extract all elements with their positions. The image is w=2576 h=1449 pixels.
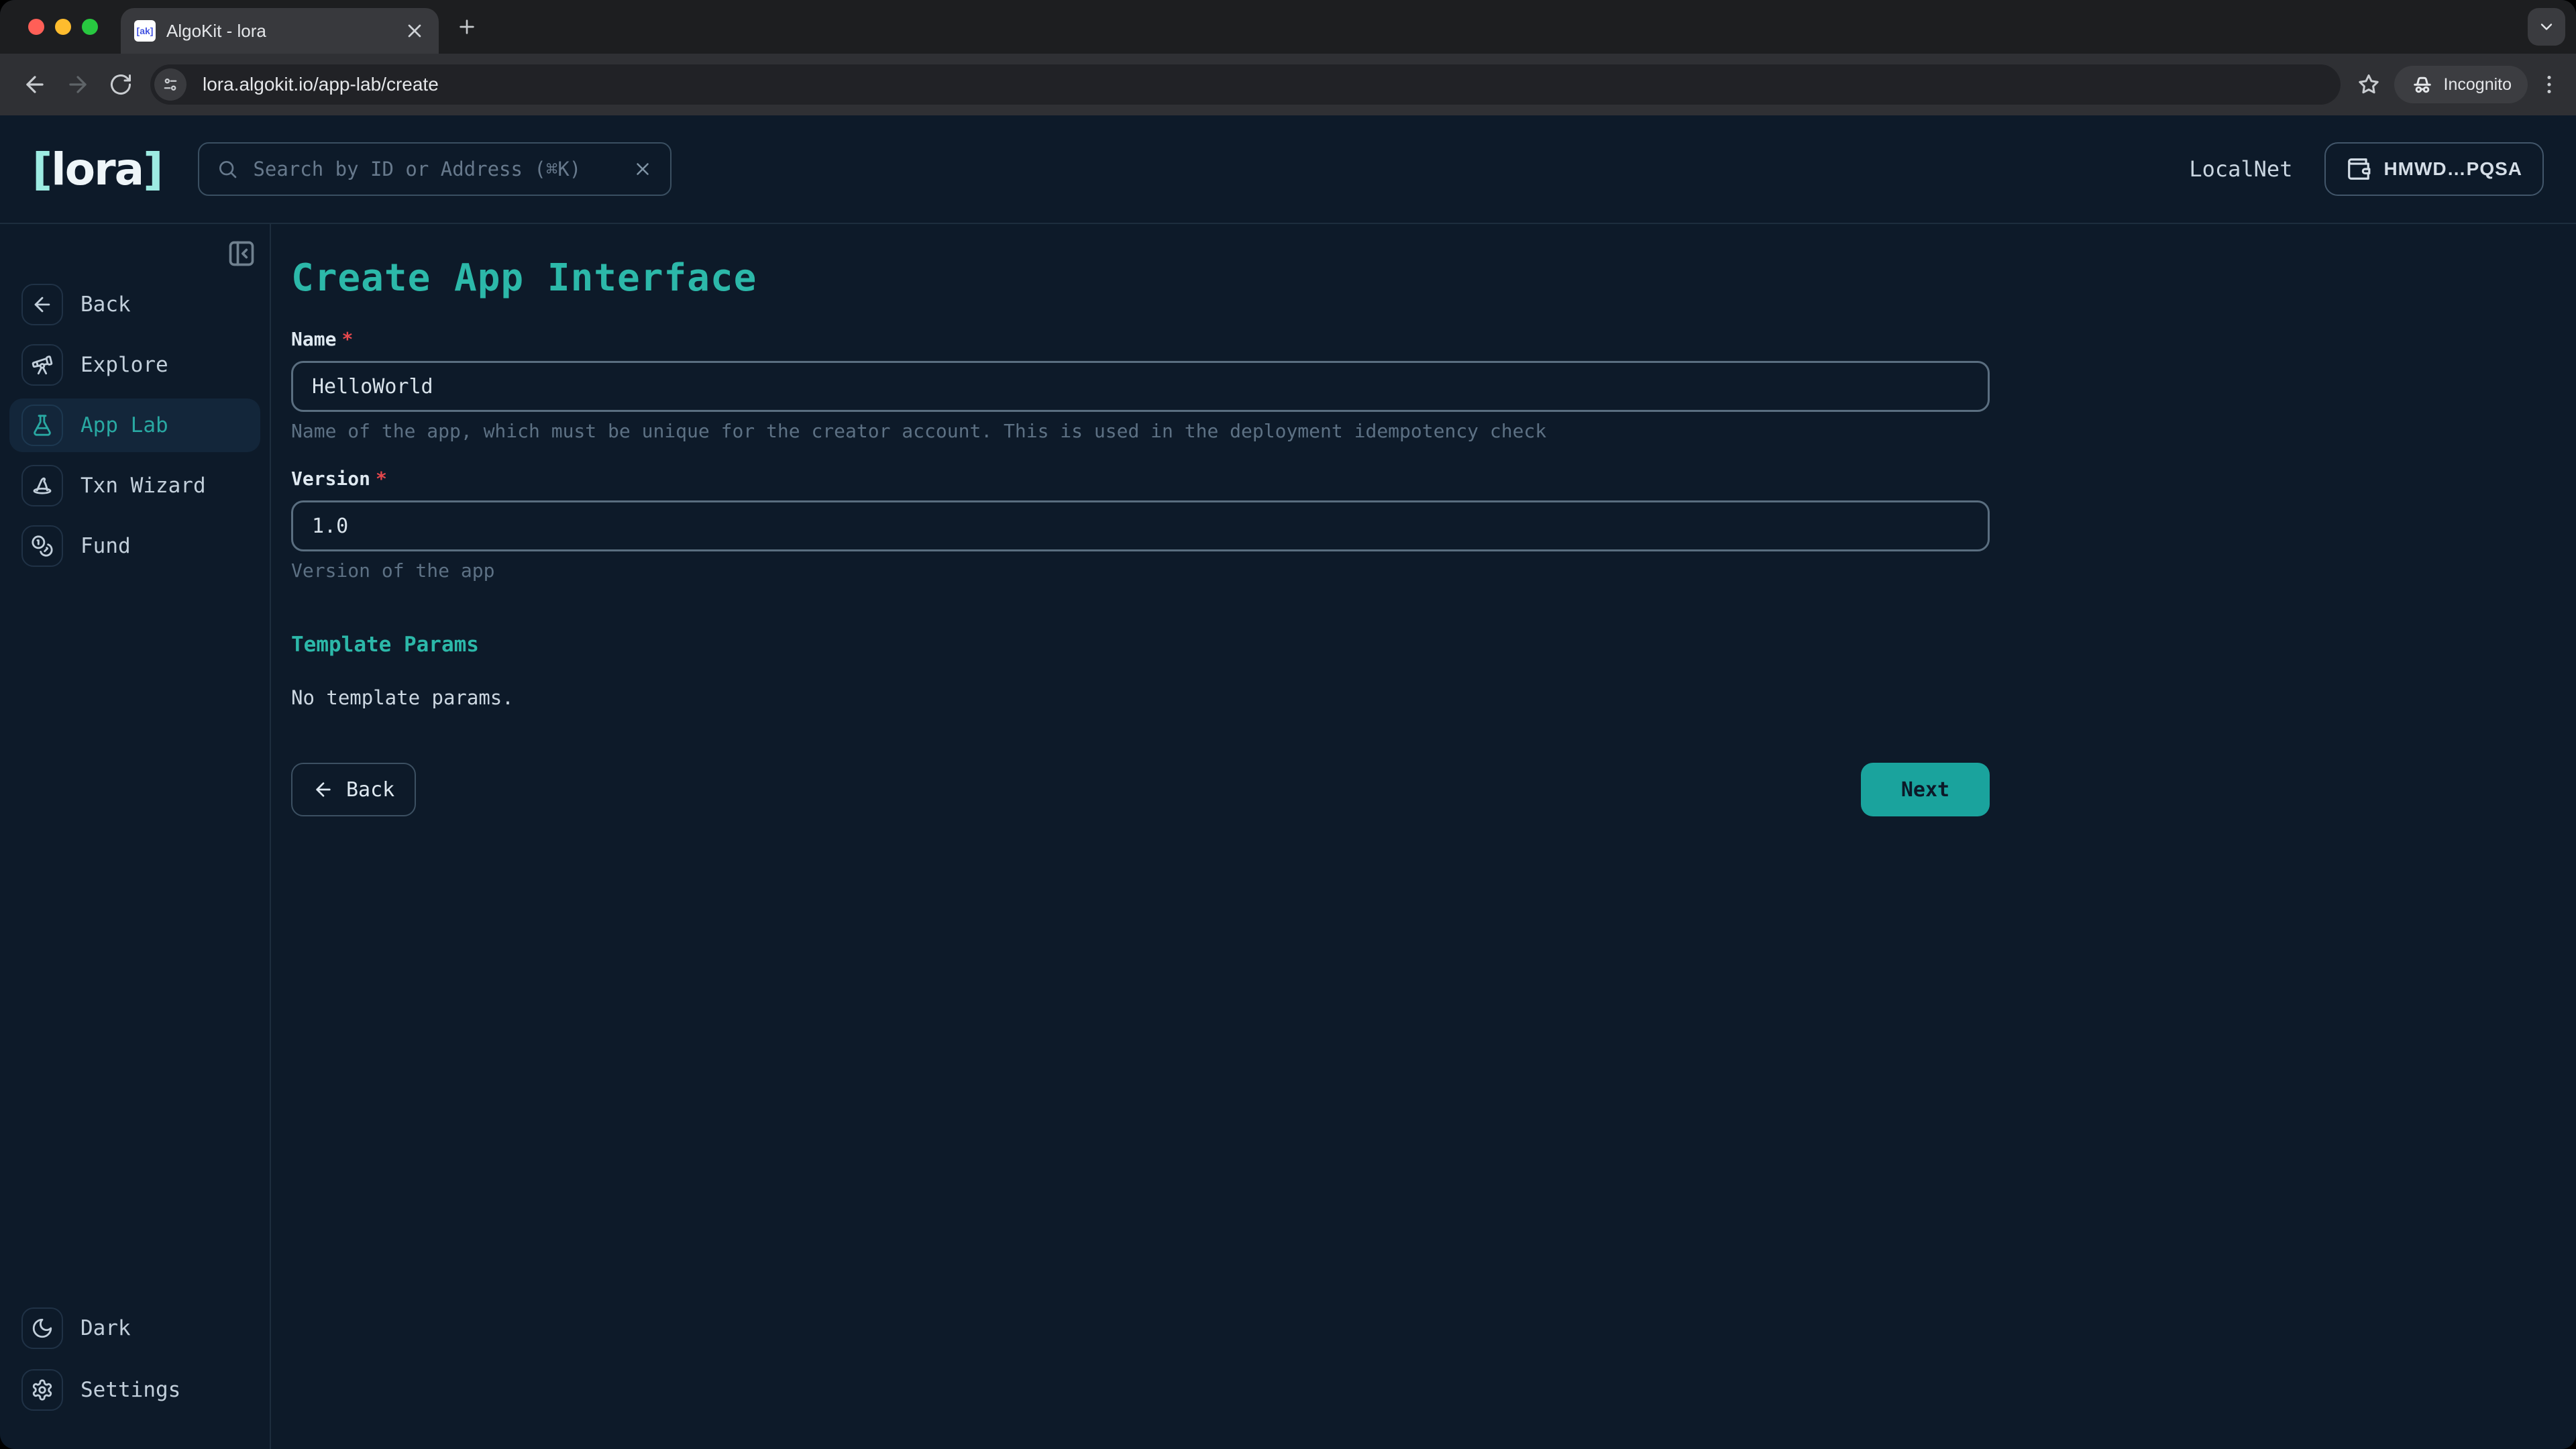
name-helper-text: Name of the app, which must be unique fo… <box>291 420 1990 442</box>
panel-collapse-icon <box>227 239 256 268</box>
new-tab-button[interactable] <box>456 16 478 38</box>
sidebar-item-label: App Lab <box>80 413 168 437</box>
tab-title: AlgoKit - lora <box>166 21 404 42</box>
incognito-badge: Incognito <box>2394 66 2528 103</box>
gear-icon <box>21 1369 63 1411</box>
page-title: Create App Interface <box>291 256 2576 300</box>
sidebar-item-explore[interactable]: Explore <box>9 338 260 392</box>
maximize-window-button[interactable] <box>82 19 98 35</box>
browser-menu-button[interactable] <box>2536 67 2563 102</box>
incognito-label: Incognito <box>2444 75 2512 95</box>
network-selector[interactable]: LocalNet <box>2189 156 2292 182</box>
logo-text: lora <box>51 144 143 195</box>
sidebar: Back Explore <box>0 224 271 1449</box>
wallet-icon <box>2346 156 2371 182</box>
required-asterisk: * <box>341 328 353 350</box>
create-app-form: Name* Name of the app, which must be uni… <box>291 328 1990 816</box>
wizard-hat-icon <box>21 465 63 506</box>
lora-app-page: [lora] LocalNet HMWD…PQSA <box>0 115 2576 1449</box>
next-button[interactable]: Next <box>1861 763 1990 816</box>
logo-bracket-left: [ <box>32 144 51 195</box>
reload-button[interactable] <box>103 67 138 102</box>
flask-icon <box>21 405 63 446</box>
coins-icon <box>21 525 63 567</box>
sidebar-item-label: Fund <box>80 534 131 558</box>
tab-search-button[interactable] <box>2528 8 2565 46</box>
sidebar-item-label: Settings <box>80 1378 180 1402</box>
tab-strip: [ak] AlgoKit - lora <box>0 0 2576 54</box>
template-params-empty-text: No template params. <box>291 686 1990 709</box>
traffic-lights <box>28 19 98 35</box>
app-header: [lora] LocalNet HMWD…PQSA <box>0 115 2576 224</box>
global-search-box[interactable] <box>198 142 672 196</box>
back-button-label: Back <box>346 778 394 802</box>
sidebar-item-label: Txn Wizard <box>80 474 206 498</box>
tab-close-icon[interactable] <box>404 20 425 42</box>
wallet-button[interactable]: HMWD…PQSA <box>2324 142 2544 196</box>
search-clear-icon[interactable] <box>633 159 653 179</box>
browser-toolbar: lora.algokit.io/app-lab/create Incognito <box>0 54 2576 115</box>
version-field-label: Version* <box>291 468 1990 490</box>
sidebar-item-settings[interactable]: Settings <box>9 1363 260 1417</box>
site-info-icon[interactable] <box>154 68 186 101</box>
arrow-left-icon <box>313 779 334 800</box>
sidebar-item-label: Explore <box>80 353 168 377</box>
close-window-button[interactable] <box>28 19 44 35</box>
url-text: lora.algokit.io/app-lab/create <box>203 74 439 95</box>
template-params-title: Template Params <box>291 633 1990 657</box>
sidebar-item-app-lab[interactable]: App Lab <box>9 398 260 452</box>
name-input[interactable] <box>291 361 1990 412</box>
name-field-label: Name* <box>291 328 1990 350</box>
sidebar-item-label: Dark <box>80 1316 131 1340</box>
sidebar-item-txn-wizard[interactable]: Txn Wizard <box>9 459 260 513</box>
sidebar-collapse-button[interactable] <box>227 239 256 268</box>
search-input[interactable] <box>250 156 621 182</box>
version-helper-text: Version of the app <box>291 559 1990 582</box>
tab-favicon: [ak] <box>134 20 156 42</box>
search-icon <box>217 158 238 180</box>
browser-tab[interactable]: [ak] AlgoKit - lora <box>121 8 439 54</box>
wallet-address-label: HMWD…PQSA <box>2383 158 2522 180</box>
sidebar-item-label: Back <box>80 292 131 317</box>
arrow-left-icon <box>21 284 63 325</box>
sidebar-footer: Dark Settings <box>9 1301 260 1417</box>
version-input[interactable] <box>291 500 1990 551</box>
bookmark-star-icon[interactable] <box>2351 67 2386 102</box>
back-navigation-button[interactable] <box>17 67 52 102</box>
sidebar-item-back[interactable]: Back <box>9 278 260 331</box>
address-bar[interactable]: lora.algokit.io/app-lab/create <box>150 64 2341 105</box>
form-actions: Back Next <box>291 763 1990 816</box>
main-content: Create App Interface Name* Name of the a… <box>271 224 2576 1449</box>
sidebar-item-fund[interactable]: Fund <box>9 519 260 573</box>
telescope-icon <box>21 344 63 386</box>
logo-bracket-right: ] <box>143 144 162 195</box>
chevron-down-icon <box>2537 17 2556 36</box>
incognito-spy-icon <box>2410 72 2434 97</box>
sidebar-nav: Back Explore <box>0 278 270 573</box>
browser-window: [ak] AlgoKit - lora lora.algokit.io/a <box>0 0 2576 1449</box>
back-button[interactable]: Back <box>291 763 416 816</box>
header-right: LocalNet HMWD…PQSA <box>2189 142 2544 196</box>
minimize-window-button[interactable] <box>55 19 71 35</box>
forward-navigation-button[interactable] <box>60 67 95 102</box>
moon-icon <box>21 1307 63 1349</box>
theme-toggle-dark[interactable]: Dark <box>9 1301 260 1355</box>
lora-logo[interactable]: [lora] <box>32 144 162 195</box>
required-asterisk: * <box>376 468 387 490</box>
